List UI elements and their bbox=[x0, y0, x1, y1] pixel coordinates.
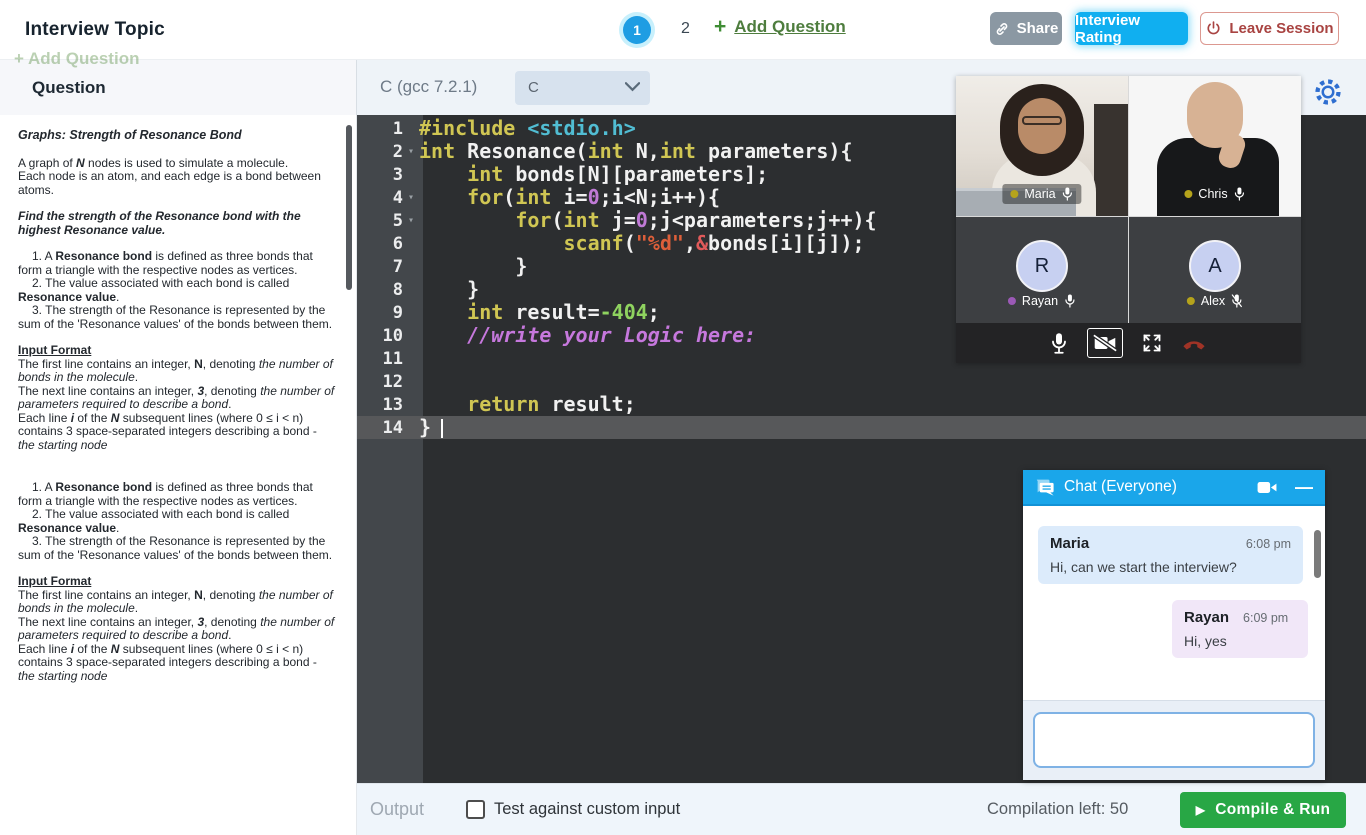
participant-name: Chris bbox=[1198, 187, 1227, 201]
mic-icon bbox=[1062, 186, 1074, 202]
message-text: Hi, can we start the interview? bbox=[1050, 559, 1291, 575]
compile-run-label: Compile & Run bbox=[1215, 801, 1330, 819]
name-chip-rayan: Rayan bbox=[1000, 291, 1084, 311]
avatar: A bbox=[1189, 240, 1241, 292]
play-icon: ▶ bbox=[1196, 803, 1206, 817]
presence-dot bbox=[1010, 190, 1018, 198]
page-title: Interview Topic bbox=[25, 19, 165, 41]
mic-muted-icon bbox=[1231, 293, 1243, 309]
avatar-tile-rayan: R Rayan bbox=[956, 217, 1128, 323]
presence-dot bbox=[1008, 297, 1016, 305]
custom-input-label: Test against custom input bbox=[494, 800, 680, 819]
code-line[interactable]: 13 return result; bbox=[357, 393, 1366, 416]
message-time: 6:09 pm bbox=[1243, 611, 1288, 625]
leave-session-label: Leave Session bbox=[1229, 20, 1333, 37]
fullscreen-button[interactable] bbox=[1142, 333, 1162, 353]
question-scrollbar[interactable] bbox=[346, 125, 352, 290]
presence-dot bbox=[1187, 297, 1195, 305]
participant-name: Maria bbox=[1024, 187, 1055, 201]
mic-icon bbox=[1234, 186, 1246, 202]
question-panel-title: Question bbox=[32, 78, 106, 98]
chat-messages: Maria 6:08 pm Hi, can we start the inter… bbox=[1023, 508, 1325, 700]
message-time: 6:08 pm bbox=[1246, 537, 1291, 551]
chat-bubbles-icon bbox=[1035, 478, 1055, 496]
message-text: Hi, yes bbox=[1184, 633, 1296, 649]
language-select-value: C bbox=[528, 79, 539, 96]
settings-gear-icon[interactable] bbox=[1313, 77, 1343, 107]
question-tab-1[interactable]: 1 bbox=[623, 16, 651, 44]
share-label: Share bbox=[1017, 20, 1059, 37]
video-call-panel: Maria Chris R Rayan A bbox=[956, 76, 1301, 363]
share-button[interactable]: Share bbox=[990, 12, 1062, 45]
interview-rating-label: Interview Rating bbox=[1075, 12, 1188, 46]
message-sender: Maria bbox=[1050, 535, 1089, 552]
chat-scrollbar[interactable] bbox=[1314, 530, 1321, 578]
question-content: Graphs: Strength of Resonance BondA grap… bbox=[18, 129, 336, 683]
code-line[interactable]: 12 bbox=[357, 370, 1366, 393]
avatar-tile-alex: A Alex bbox=[1129, 217, 1301, 323]
microphone-button[interactable] bbox=[1050, 331, 1068, 355]
power-icon bbox=[1205, 20, 1222, 37]
chat-message: Maria 6:08 pm Hi, can we start the inter… bbox=[1038, 526, 1303, 584]
avatar: R bbox=[1016, 240, 1068, 292]
camera-off-button[interactable] bbox=[1087, 328, 1123, 358]
output-label: Output bbox=[370, 799, 424, 820]
message-sender: Rayan bbox=[1184, 609, 1229, 626]
custom-input-checkbox[interactable] bbox=[466, 800, 485, 819]
chat-header: Chat (Everyone) — bbox=[1023, 470, 1325, 506]
name-chip-alex: Alex bbox=[1179, 291, 1251, 311]
call-controls bbox=[956, 323, 1301, 363]
name-chip-maria: Maria bbox=[1002, 184, 1081, 204]
link-icon bbox=[994, 21, 1010, 37]
chat-input-area bbox=[1023, 700, 1325, 780]
compile-run-button[interactable]: ▶ Compile & Run bbox=[1180, 792, 1346, 828]
add-question-label: Add Question bbox=[734, 17, 845, 37]
plus-icon: + bbox=[714, 17, 726, 37]
question-tab-2[interactable]: 2 bbox=[681, 20, 690, 38]
chevron-down-icon bbox=[625, 82, 640, 92]
leave-session-button[interactable]: Leave Session bbox=[1200, 12, 1339, 45]
language-label: C (gcc 7.2.1) bbox=[380, 77, 477, 97]
minimize-icon[interactable]: — bbox=[1295, 477, 1313, 498]
question-panel: Graphs: Strength of Resonance BondA grap… bbox=[0, 115, 357, 835]
participant-name: Rayan bbox=[1022, 294, 1058, 308]
chat-input[interactable] bbox=[1033, 712, 1315, 768]
chat-panel: Chat (Everyone) — Maria 6:08 pm Hi, can … bbox=[1023, 470, 1325, 780]
name-chip-chris: Chris bbox=[1176, 184, 1253, 204]
hang-up-button[interactable] bbox=[1181, 335, 1207, 351]
add-question-button[interactable]: + Add Question bbox=[714, 17, 846, 37]
video-tile-maria: Maria bbox=[956, 76, 1128, 216]
question-panel-header: Question bbox=[0, 60, 357, 115]
code-line[interactable]: 14} bbox=[357, 416, 1366, 439]
participant-name: Alex bbox=[1201, 294, 1225, 308]
presence-dot bbox=[1184, 190, 1192, 198]
video-camera-icon[interactable] bbox=[1256, 480, 1278, 495]
compilation-left-label: Compilation left: 50 bbox=[987, 800, 1128, 819]
chat-message: Rayan 6:09 pm Hi, yes bbox=[1172, 600, 1308, 658]
chat-title: Chat (Everyone) bbox=[1064, 478, 1247, 496]
language-select[interactable]: C bbox=[515, 71, 650, 105]
top-header: Interview Topic 1 2 + Add Question Share… bbox=[0, 0, 1366, 60]
output-bar: Output Test against custom input Compila… bbox=[357, 783, 1366, 835]
text-cursor bbox=[441, 419, 443, 438]
interview-rating-button[interactable]: Interview Rating bbox=[1075, 12, 1188, 45]
mic-icon bbox=[1064, 293, 1076, 309]
video-tile-chris: Chris bbox=[1129, 76, 1301, 216]
